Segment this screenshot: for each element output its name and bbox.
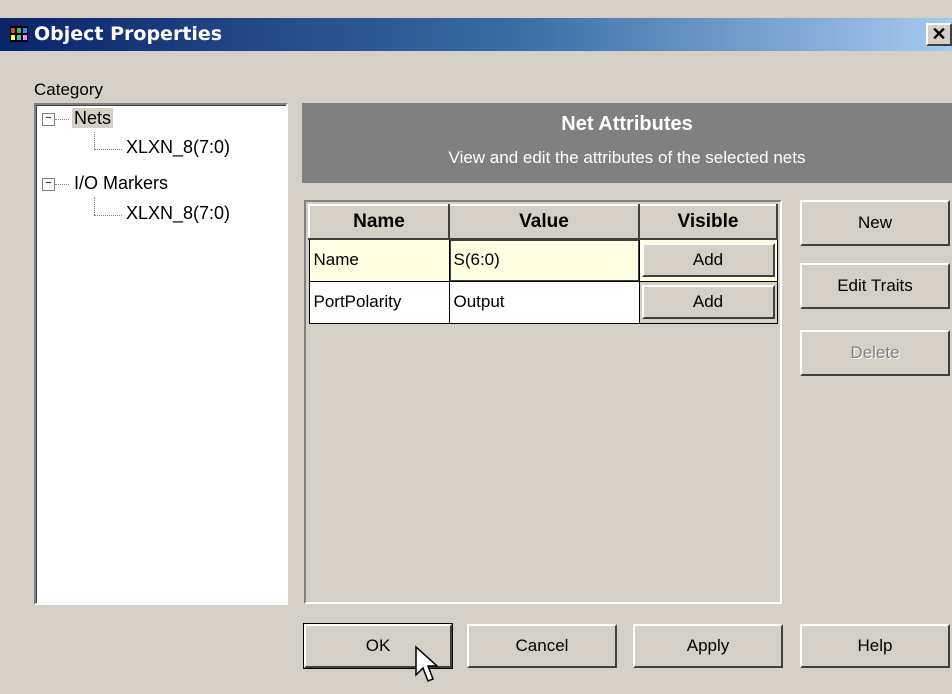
tree-item-nets[interactable]: Nets: [72, 108, 114, 129]
cell-visible: Add: [638, 280, 778, 324]
attributes-grid[interactable]: Name Value Visible Name S(6:0) Add PortP…: [304, 200, 782, 604]
column-header-name[interactable]: Name: [308, 204, 450, 240]
tree-item-io-markers[interactable]: I/O Markers: [74, 173, 168, 194]
attributes-header: Net Attributes View and edit the attribu…: [302, 103, 952, 183]
add-visible-button[interactable]: Add: [641, 285, 775, 319]
column-header-visible[interactable]: Visible: [638, 204, 778, 240]
table-row[interactable]: Name S(6:0) Add: [308, 238, 778, 282]
tree-item-label: XLXN_8(7:0): [126, 137, 231, 157]
header-title: Net Attributes: [561, 113, 693, 135]
tree-connector: [94, 197, 95, 215]
column-header-value[interactable]: Value: [448, 204, 640, 240]
category-label: Category: [34, 80, 103, 99]
category-tree[interactable]: − Nets XLXN_8(7:0) − I/O Markers XLXN_8(…: [34, 103, 288, 605]
tree-connector: [55, 119, 69, 120]
tree-connector: [94, 149, 122, 150]
edit-traits-button[interactable]: Edit Traits: [800, 263, 950, 309]
tree-item-label: Nets: [72, 108, 114, 128]
cell-visible: Add: [638, 238, 778, 282]
new-button[interactable]: New: [800, 200, 950, 246]
close-icon: ✕: [931, 24, 947, 44]
cell-name[interactable]: PortPolarity: [308, 280, 450, 324]
tree-item-label: XLXN_8(7:0): [126, 203, 231, 223]
tree-connector: [94, 215, 122, 216]
help-button[interactable]: Help: [800, 624, 950, 668]
attributes-table: Name Value Visible Name S(6:0) Add PortP…: [308, 204, 778, 324]
app-icon: [10, 26, 28, 42]
tree-connector: [94, 132, 95, 149]
add-visible-button[interactable]: Add: [641, 243, 775, 278]
table-row[interactable]: PortPolarity Output Add: [308, 280, 778, 324]
close-button[interactable]: ✕: [926, 23, 952, 46]
delete-button[interactable]: Delete: [800, 330, 950, 376]
title-bar[interactable]: Object Properties ✕: [0, 18, 952, 51]
cell-value[interactable]: Output: [448, 280, 640, 324]
mouse-cursor-icon: [415, 645, 439, 682]
apply-button[interactable]: Apply: [633, 624, 783, 668]
cell-value[interactable]: S(6:0): [448, 238, 640, 282]
tree-item-net-xlxn8[interactable]: XLXN_8(7:0): [126, 137, 230, 158]
cancel-button[interactable]: Cancel: [467, 624, 617, 668]
cell-name[interactable]: Name: [308, 238, 450, 282]
tree-item-marker-xlxn8[interactable]: XLXN_8(7:0): [126, 203, 230, 224]
header-subtitle: View and edit the attributes of the sele…: [448, 148, 806, 167]
window-title: Object Properties: [34, 23, 223, 45]
tree-connector: [55, 184, 69, 185]
collapse-icon[interactable]: −: [42, 113, 55, 126]
collapse-icon[interactable]: −: [42, 178, 55, 191]
tree-item-label: I/O Markers: [74, 173, 169, 193]
table-header-row: Name Value Visible: [308, 204, 778, 240]
